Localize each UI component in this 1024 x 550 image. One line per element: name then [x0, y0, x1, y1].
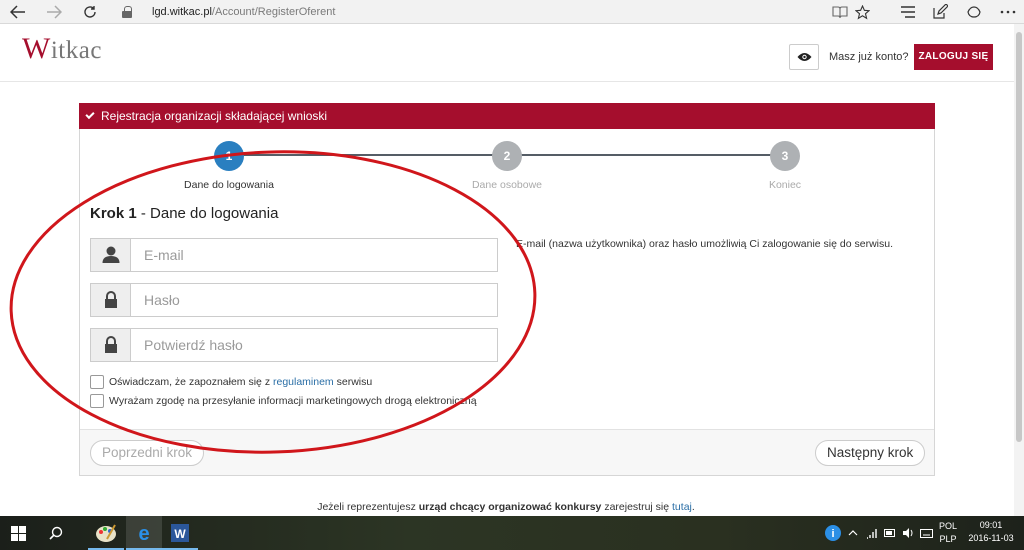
network-icon[interactable]: [864, 516, 880, 550]
system-clock[interactable]: 09:01 2016-11-03: [964, 519, 1018, 545]
forward-icon[interactable]: [40, 0, 68, 24]
marketing-checkbox[interactable]: [90, 394, 104, 408]
regulations-link[interactable]: regulaminem: [273, 376, 334, 388]
web-note-icon[interactable]: [926, 0, 954, 24]
step-3-indicator: 3: [770, 141, 800, 171]
more-icon[interactable]: [994, 0, 1022, 24]
word-app-icon[interactable]: W: [162, 516, 198, 550]
office-register-link[interactable]: tutaj: [672, 501, 692, 513]
windows-start-icon[interactable]: [0, 516, 36, 550]
refresh-icon[interactable]: [76, 0, 104, 24]
url-path: /Account/RegisterOferent: [211, 6, 336, 18]
browser-toolbar: lgd.witkac.pl/Account/RegisterOferent: [0, 0, 1024, 24]
stepper-line: [507, 154, 785, 156]
step-1-indicator: 1: [214, 141, 244, 171]
registration-panel: Rejestracja organizacji składającej wnio…: [79, 103, 935, 476]
next-step-button[interactable]: Następny krok: [815, 440, 926, 466]
svg-text:e: e: [138, 523, 149, 543]
step-title-rest: - Dane do logowania: [136, 205, 279, 222]
panel-header: Rejestracja organizacji składającej wnio…: [79, 103, 935, 129]
hub-icon[interactable]: [894, 0, 922, 24]
favorite-star-icon[interactable]: [848, 0, 876, 24]
terms-text: Oświadczam, że zapoznałem się z: [109, 376, 273, 388]
accessibility-view-button[interactable]: [789, 44, 819, 70]
confirm-password-field: [90, 328, 498, 362]
logo-initial: W: [22, 32, 51, 65]
share-icon[interactable]: [960, 0, 988, 24]
step-3-label: Koniec: [768, 179, 802, 191]
note-text-mid: zarejestruj się: [601, 501, 673, 513]
back-icon[interactable]: [4, 0, 32, 24]
step-2-label: Dane osobowe: [471, 179, 543, 191]
witkac-logo[interactable]: Witkac: [22, 32, 102, 66]
email-input[interactable]: [132, 239, 497, 271]
lock-icon: [122, 6, 132, 18]
step-title-bold: Krok 1: [90, 205, 137, 222]
panel-title: Rejestracja organizacji składającej wnio…: [101, 109, 328, 123]
scrollbar-thumb[interactable]: [1016, 32, 1022, 442]
confirm-password-input[interactable]: [132, 329, 497, 361]
password-field: [90, 283, 498, 317]
edge-browser-icon[interactable]: e: [126, 516, 162, 550]
step-2-indicator: 2: [492, 141, 522, 171]
keyboard-layout: PLP: [939, 534, 957, 544]
keyboard-icon[interactable]: [918, 516, 934, 550]
volume-icon[interactable]: [900, 516, 916, 550]
have-account-text: Masz już konto?: [829, 51, 909, 63]
panel-footer: Poprzedni krok Następny krok: [80, 429, 934, 475]
terms-text-end: serwisu: [333, 376, 373, 388]
eye-icon: [797, 53, 812, 61]
paint-app-icon[interactable]: [88, 516, 124, 550]
note-text: Jeżeli reprezentujesz: [317, 501, 419, 513]
email-field: [90, 238, 498, 272]
office-registration-note: Jeżeli reprezentujesz urząd chcący organ…: [0, 501, 1012, 513]
url-domain: lgd.witkac.pl: [152, 6, 212, 18]
terms-checkbox[interactable]: [90, 375, 104, 389]
svg-text:i: i: [831, 528, 834, 540]
search-icon[interactable]: [38, 516, 74, 550]
note-text-end: .: [691, 501, 695, 513]
previous-step-button[interactable]: Poprzedni krok: [90, 440, 205, 466]
marketing-consent-text: Wyrażam zgodę na przesyłanie informacji …: [109, 395, 477, 407]
battery-icon[interactable]: [882, 516, 898, 550]
step-1-label: Dane do logowania: [184, 179, 274, 191]
site-header: Witkac Masz już konto? ZALOGUJ SIĘ: [0, 24, 1024, 82]
notification-icon[interactable]: i: [822, 516, 844, 550]
language-code: POL: [938, 521, 957, 531]
note-bold: urząd chcący organizować konkursy: [418, 501, 602, 513]
padlock-icon: [91, 329, 131, 361]
step-title: Krok 1 - Dane do logowania: [90, 205, 278, 222]
checkmark-icon: [85, 109, 95, 120]
login-button[interactable]: ZALOGUJ SIĘ: [914, 44, 993, 70]
clock-date: 2016-11-03: [968, 533, 1014, 543]
chevron-up-icon[interactable]: [846, 516, 860, 550]
padlock-icon: [91, 284, 131, 316]
user-icon: [91, 239, 131, 271]
password-input[interactable]: [132, 284, 497, 316]
language-indicator[interactable]: POL PLP: [936, 516, 960, 550]
clock-time: 09:01: [979, 520, 1003, 530]
logo-rest: itkac: [50, 37, 102, 64]
stepper-line: [229, 154, 507, 156]
login-info-text: E-mail (nazwa użytkownika) oraz hasło um…: [516, 238, 893, 250]
page-scrollbar[interactable]: [1014, 24, 1024, 516]
address-bar[interactable]: lgd.witkac.pl/Account/RegisterOferent: [122, 2, 822, 22]
svg-text:W: W: [174, 527, 186, 541]
windows-taskbar: e W i POL PLP 09:01 2016-11-03: [0, 516, 1024, 550]
